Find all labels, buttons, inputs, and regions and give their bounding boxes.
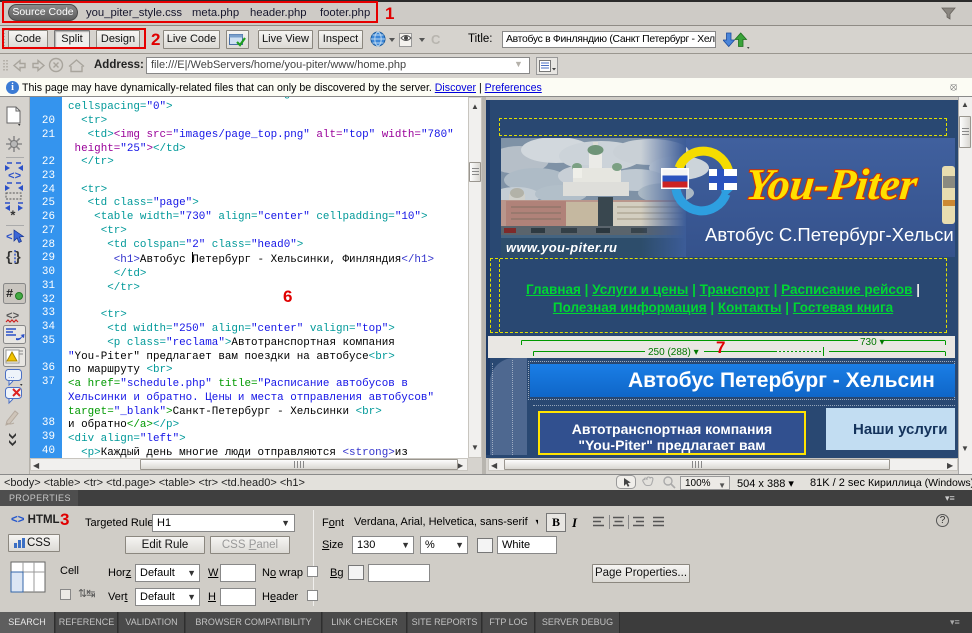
svg-text:...: ... [8,371,15,380]
svg-text:250 (288) ▾: 250 (288) ▾ [648,347,699,358]
svg-text:*: * [9,209,17,224]
svg-text:730 ▾: 730 ▾ [860,337,885,348]
svg-text:{}: {} [5,250,22,266]
svg-text:#: # [6,287,13,301]
svg-text:<>: <> [8,171,22,183]
svg-text:You-Piter: You-Piter [744,160,921,209]
svg-text:Автобус С.Петербург-Хельсинки: Автобус С.Петербург-Хельсинки [705,224,955,245]
svg-text:<: < [6,232,13,244]
